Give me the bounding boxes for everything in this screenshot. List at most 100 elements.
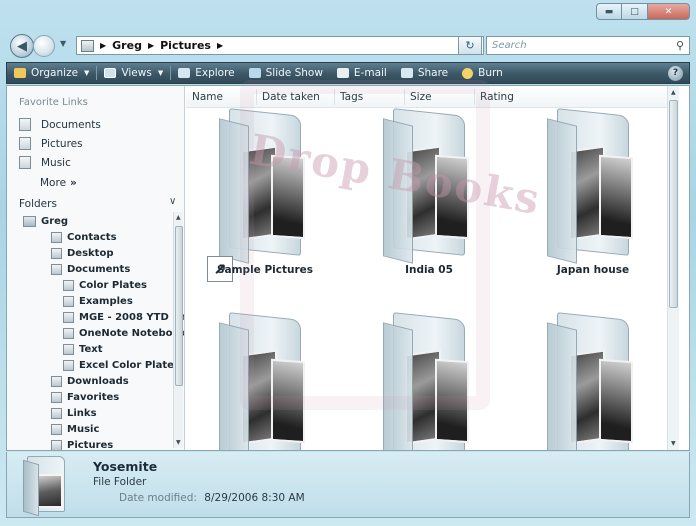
folders-header[interactable]: Folders xyxy=(19,198,57,210)
scroll-up-icon[interactable]: ▲ xyxy=(671,89,676,96)
favorite-link-music[interactable]: Music xyxy=(19,156,71,169)
scrollbar-thumb[interactable] xyxy=(669,100,678,308)
folder-icon xyxy=(63,312,74,323)
more-link[interactable]: More» xyxy=(40,177,77,189)
more-label: More xyxy=(40,177,67,189)
file-list-pane: Name Date taken Tags Size Rating ↗ Sampl… xyxy=(186,86,679,450)
folder-icon xyxy=(63,360,74,371)
folder-item-label: Japan house xyxy=(556,264,630,276)
column-header-size[interactable]: Size xyxy=(410,91,432,103)
column-header-date-taken[interactable]: Date taken xyxy=(262,91,320,103)
tree-item-pictures[interactable]: Pictures xyxy=(51,440,113,450)
tree-item-downloads[interactable]: Downloads xyxy=(51,376,129,387)
tree-item-mge-2008-ytd-sale[interactable]: MGE - 2008 YTD Sale xyxy=(63,312,184,323)
forward-button[interactable] xyxy=(33,35,55,57)
documents-folder-icon xyxy=(51,264,62,275)
email-button[interactable]: E-mail xyxy=(330,63,394,83)
tree-item-label: Contacts xyxy=(67,232,117,243)
explore-label: Explore xyxy=(195,67,235,79)
search-icon[interactable]: ⚲ xyxy=(676,37,684,54)
share-icon xyxy=(400,68,413,78)
minimize-button[interactable]: ▬ xyxy=(596,3,622,20)
column-divider[interactable] xyxy=(474,89,475,105)
column-header-tags[interactable]: Tags xyxy=(340,91,363,103)
folder-item-label: Sample Pictures xyxy=(216,264,314,276)
help-button[interactable]: ? xyxy=(668,65,683,81)
selected-item-name: Yosemite xyxy=(93,459,158,474)
tree-item-favorites[interactable]: Favorites xyxy=(51,392,119,403)
pictures-icon xyxy=(19,137,31,150)
command-bar: Organize ▼ Views ▼ Explore Slide Show E-… xyxy=(6,62,690,84)
tree-item-color-plates[interactable]: Color Plates xyxy=(63,280,147,291)
scrollbar-thumb[interactable] xyxy=(175,226,183,386)
breadcrumb-separator-icon[interactable]: ▶ xyxy=(148,41,154,50)
content-area: Favorite Links Documents Pictures Music … xyxy=(6,85,690,451)
chevron-down-icon: ▼ xyxy=(84,69,90,77)
music-icon xyxy=(19,156,31,169)
tree-item-label: Greg xyxy=(41,216,69,227)
column-header-row: Name Date taken Tags Size Rating xyxy=(186,86,679,108)
breadcrumb-greg[interactable]: Greg xyxy=(112,39,142,52)
column-header-name[interactable]: Name xyxy=(192,91,223,103)
burn-button[interactable]: Burn xyxy=(455,63,510,83)
contacts-folder-icon xyxy=(51,232,62,243)
breadcrumb-pictures[interactable]: Pictures xyxy=(160,39,211,52)
details-pane: Yosemite File Folder Date modified: 8/29… xyxy=(6,452,690,518)
folder-tree-scrollbar[interactable]: ▲ ▼ xyxy=(173,212,183,448)
tree-item-examples[interactable]: Examples xyxy=(63,296,133,307)
tree-item-excel-color-plates[interactable]: Excel Color Plates xyxy=(63,360,180,371)
scroll-up-icon[interactable]: ▲ xyxy=(176,214,181,221)
folder-icon xyxy=(81,39,94,52)
breadcrumb-separator-icon[interactable]: ▶ xyxy=(100,41,106,50)
scroll-down-icon[interactable]: ▼ xyxy=(671,440,676,447)
file-list-scrollbar[interactable]: ▲ ▼ xyxy=(667,86,679,450)
favorite-link-pictures[interactable]: Pictures xyxy=(19,137,83,150)
explore-icon xyxy=(178,68,191,78)
column-divider[interactable] xyxy=(404,89,405,105)
search-input[interactable]: Search ⚲ xyxy=(486,36,690,55)
folder-thumbnail-icon xyxy=(379,312,479,450)
documents-icon xyxy=(19,118,31,131)
tree-item-contacts[interactable]: Contacts xyxy=(51,232,117,243)
breadcrumb-separator-icon[interactable]: ▶ xyxy=(217,41,223,50)
tree-item-greg[interactable]: Greg xyxy=(23,216,68,227)
folder-icon xyxy=(63,296,74,307)
tree-item-music[interactable]: Music xyxy=(51,424,99,435)
column-header-rating[interactable]: Rating xyxy=(480,91,514,103)
title-bar: ▬ □ ✕ xyxy=(0,0,696,32)
tree-item-desktop[interactable]: Desktop xyxy=(51,248,114,259)
share-button[interactable]: Share xyxy=(394,63,455,83)
slideshow-label: Slide Show xyxy=(265,67,323,79)
tree-item-label: Text xyxy=(79,344,103,355)
organize-button[interactable]: Organize ▼ xyxy=(7,63,96,83)
pictures-folder-icon xyxy=(51,440,62,450)
maximize-button[interactable]: □ xyxy=(622,3,648,20)
tree-item-onenote-notebook[interactable]: OneNote Notebook xyxy=(63,328,184,339)
close-button[interactable]: ✕ xyxy=(648,3,690,20)
refresh-button[interactable]: ↻ xyxy=(458,36,482,55)
tree-item-label: Color Plates xyxy=(79,280,147,291)
scroll-down-icon[interactable]: ▼ xyxy=(176,439,181,446)
tree-item-label: Examples xyxy=(79,296,133,307)
tree-item-label: Desktop xyxy=(67,248,114,259)
favorite-link-documents[interactable]: Documents xyxy=(19,118,101,131)
column-divider[interactable] xyxy=(334,89,335,105)
address-bar[interactable]: ▶ Greg ▶ Pictures ▶ ▼ xyxy=(76,36,484,55)
explore-button[interactable]: Explore xyxy=(171,63,241,83)
folder-item-label: India 05 xyxy=(405,264,453,276)
window-controls: ▬ □ ✕ xyxy=(596,3,690,20)
views-button[interactable]: Views ▼ xyxy=(97,63,170,83)
chevron-down-icon[interactable]: ∨ xyxy=(169,196,176,207)
favorites-folder-icon xyxy=(51,392,62,403)
tree-item-text[interactable]: Text xyxy=(63,344,103,355)
tree-item-links[interactable]: Links xyxy=(51,408,97,419)
navigation-pane: Favorite Links Documents Pictures Music … xyxy=(7,86,185,450)
back-button[interactable]: ◀ xyxy=(10,34,34,58)
tree-item-documents[interactable]: Documents xyxy=(51,264,130,275)
folder-thumbnail-icon xyxy=(215,312,315,450)
favorite-link-label: Pictures xyxy=(41,137,83,150)
folder-icon xyxy=(63,280,74,291)
recent-pages-dropdown-icon[interactable]: ▼ xyxy=(60,39,66,48)
column-divider[interactable] xyxy=(256,89,257,105)
slideshow-button[interactable]: Slide Show xyxy=(242,63,330,83)
